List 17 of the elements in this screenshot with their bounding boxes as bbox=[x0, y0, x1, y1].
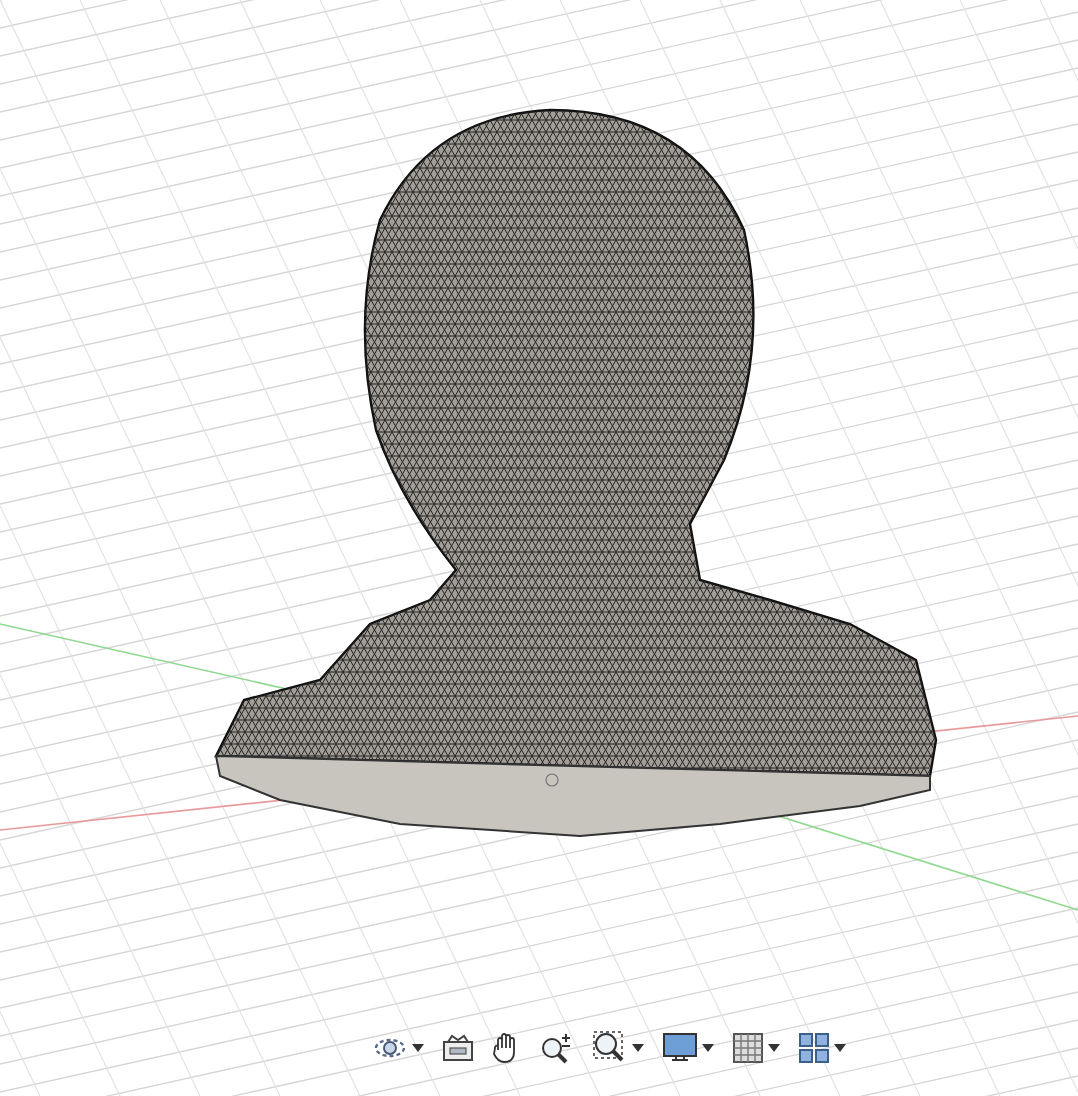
grid-icon bbox=[732, 1031, 764, 1063]
zoom-window-icon bbox=[592, 1030, 628, 1064]
monitor-icon bbox=[662, 1031, 698, 1063]
toolbar-button[interactable] bbox=[796, 1029, 848, 1065]
caret-icon bbox=[834, 1043, 846, 1051]
caret-icon bbox=[702, 1043, 714, 1051]
toolbar-button[interactable] bbox=[538, 1029, 576, 1065]
zoom-icon bbox=[540, 1031, 574, 1063]
toolbar-button[interactable] bbox=[440, 1031, 476, 1063]
caret-icon bbox=[768, 1043, 780, 1051]
toolbar-button[interactable] bbox=[590, 1028, 646, 1066]
caret-icon bbox=[412, 1043, 424, 1051]
viewports-icon bbox=[798, 1031, 830, 1063]
toolbar-button[interactable] bbox=[730, 1029, 782, 1065]
caret-icon bbox=[632, 1043, 644, 1051]
camera-icon bbox=[442, 1033, 474, 1061]
toolbar-button[interactable] bbox=[660, 1029, 716, 1065]
